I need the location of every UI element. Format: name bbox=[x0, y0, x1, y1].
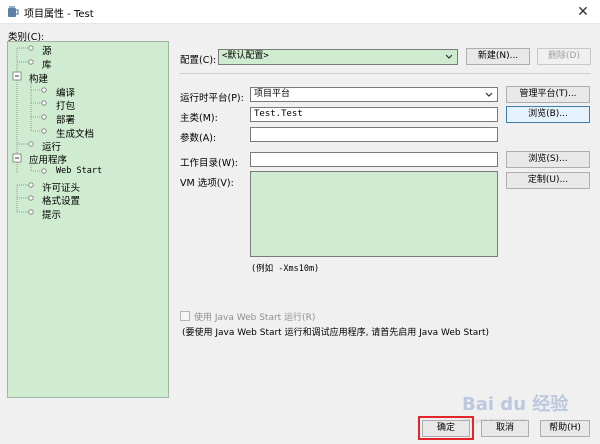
coffee-cup-icon bbox=[8, 6, 19, 17]
tree-item-formatting[interactable]: 格式设置 bbox=[42, 193, 80, 207]
vm-options-example: (例如 -Xms10m) bbox=[251, 264, 320, 274]
main-class-input[interactable]: Test.Test bbox=[250, 107, 498, 122]
tree-item-libraries[interactable]: 库 bbox=[42, 57, 52, 71]
help-button[interactable]: 帮助(H) bbox=[540, 420, 590, 437]
arguments-input[interactable] bbox=[250, 127, 498, 142]
delete-configuration-button[interactable]: 删除(D) bbox=[537, 48, 591, 65]
tree-item-package[interactable]: 打包 bbox=[56, 98, 75, 112]
tree-item-application[interactable]: 应用程序 bbox=[29, 152, 67, 166]
customize-vm-options-button[interactable]: 定制(U)... bbox=[506, 172, 590, 189]
close-icon[interactable]: ✕ bbox=[566, 0, 600, 24]
vm-options-textarea[interactable] bbox=[250, 171, 498, 257]
tree-item-hints[interactable]: 提示 bbox=[42, 207, 61, 221]
vm-options-label: VM 选项(V): bbox=[180, 178, 234, 189]
window-title: 项目属性 - Test bbox=[24, 9, 94, 20]
web-start-note: (要使用 Java Web Start 运行和调试应用程序, 请首先启用 Jav… bbox=[182, 328, 490, 338]
category-tree[interactable]: 源 库 构建 编译 打包 部署 生成文档 运行 应用程序 Web Start 许… bbox=[7, 41, 169, 398]
manage-platforms-button[interactable]: 管理平台(T)... bbox=[506, 86, 590, 103]
main-class-label: 主类(M): bbox=[180, 113, 218, 124]
tree-item-source[interactable]: 源 bbox=[42, 43, 52, 57]
configuration-label: 配置(C): bbox=[180, 55, 217, 66]
tree-item-license-headers[interactable]: 许可证头 bbox=[42, 180, 80, 194]
arguments-label: 参数(A): bbox=[180, 133, 217, 144]
chevron-down-icon bbox=[485, 92, 493, 97]
configuration-combo[interactable]: <默认配置> bbox=[218, 49, 458, 65]
runtime-platform-combo[interactable]: 项目平台 bbox=[250, 87, 498, 102]
browse-main-class-button[interactable]: 浏览(B)... bbox=[506, 106, 590, 123]
cancel-button[interactable]: 取消 bbox=[481, 420, 529, 437]
tree-item-compile[interactable]: 编译 bbox=[56, 85, 75, 99]
title-bar: 项目属性 - Test ✕ bbox=[0, 0, 600, 24]
runtime-platform-value: 项目平台 bbox=[254, 89, 291, 99]
tree-item-run[interactable]: 运行 bbox=[42, 139, 61, 153]
working-directory-label: 工作目录(W): bbox=[180, 158, 239, 169]
separator bbox=[179, 73, 591, 74]
tree-item-web-start[interactable]: Web Start bbox=[56, 166, 102, 176]
tree-item-build[interactable]: 构建 bbox=[29, 71, 48, 85]
tree-item-javadoc[interactable]: 生成文档 bbox=[56, 126, 94, 140]
browse-working-directory-button[interactable]: 浏览(S)... bbox=[506, 151, 590, 168]
runtime-platform-label: 运行时平台(P): bbox=[180, 93, 244, 104]
new-configuration-button[interactable]: 新建(N)... bbox=[466, 48, 530, 65]
configuration-value: <默认配置> bbox=[222, 51, 269, 61]
working-directory-input[interactable] bbox=[250, 152, 498, 167]
use-web-start-checkbox[interactable] bbox=[180, 311, 190, 321]
use-web-start-label: 使用 Java Web Start 运行(R) bbox=[194, 313, 316, 323]
ok-button[interactable]: 确定 bbox=[422, 420, 470, 437]
tree-item-deploy[interactable]: 部署 bbox=[56, 112, 75, 126]
watermark-text: Bai du 经验 bbox=[462, 394, 569, 415]
chevron-down-icon bbox=[445, 54, 453, 59]
